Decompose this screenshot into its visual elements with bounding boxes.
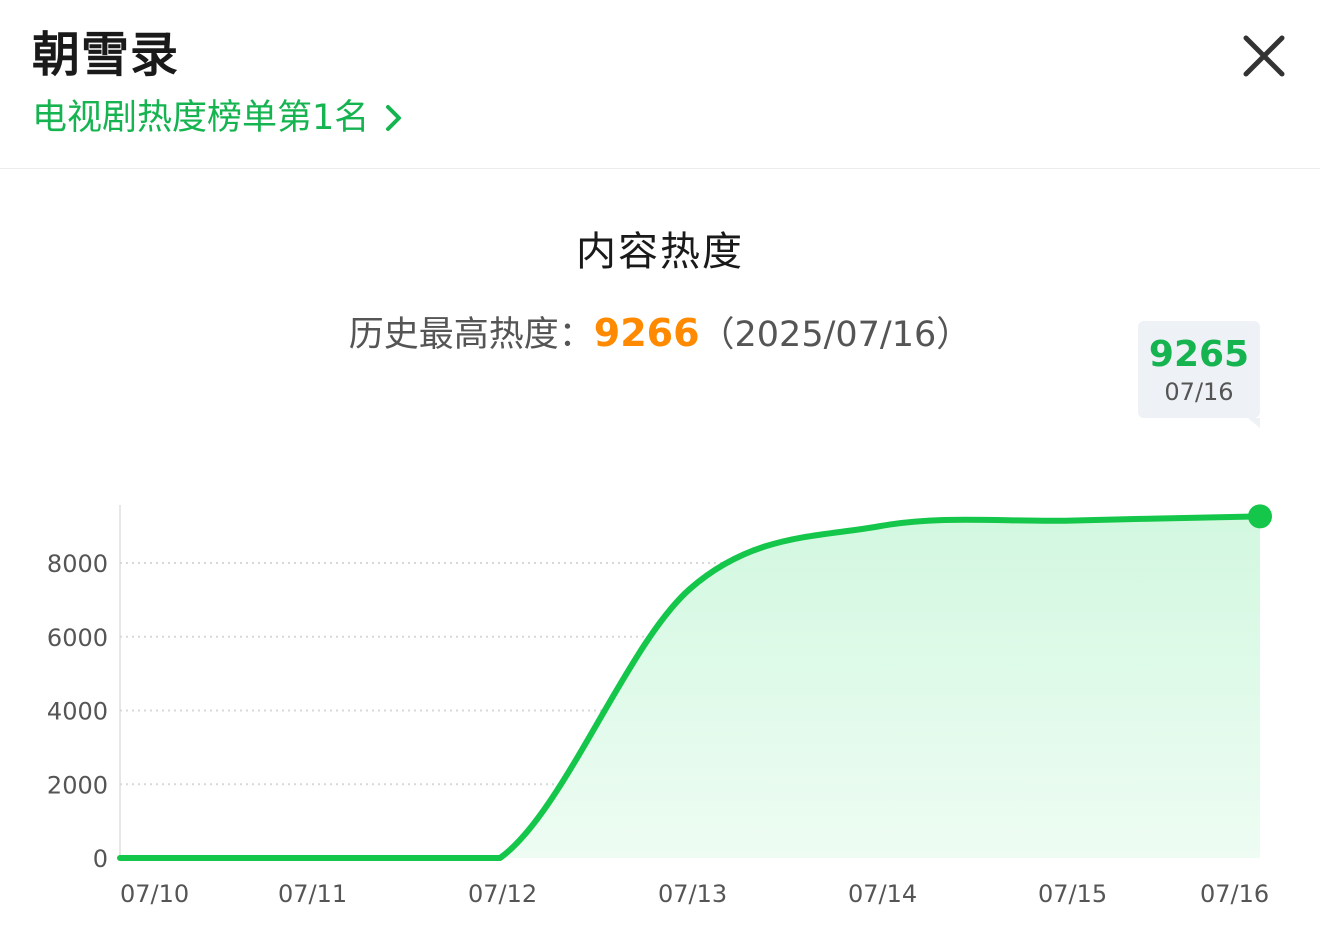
x-tick-labels: 07/10 07/11 07/12 07/13 07/14 07/15 07/16 [120,880,1269,908]
y-tick-label: 0 [93,845,108,873]
x-tick-label: 07/11 [278,880,347,908]
highlight-point[interactable] [1248,504,1272,529]
heat-chart[interactable]: 02000400060008000 07/10 07/11 07/12 07/13 07… [0,0,1320,938]
y-tick-label: 6000 [47,624,108,652]
y-tick-label: 2000 [47,771,108,799]
x-tick-label: 07/14 [848,880,917,908]
x-tick-label: 07/13 [658,880,727,908]
x-tick-label: 07/12 [468,880,537,908]
tooltip-date: 07/16 [1164,378,1234,406]
y-tick-label: 4000 [47,698,108,726]
x-tick-label: 07/16 [1200,880,1269,908]
x-tick-label: 07/15 [1038,880,1107,908]
x-tick-label: 07/10 [120,880,189,908]
tooltip-value: 9265 [1148,334,1250,375]
data-points [1248,504,1272,529]
value-tooltip: 9265 07/16 [1138,321,1260,428]
area-fill [120,516,1260,858]
y-tick-label: 8000 [47,550,108,578]
y-tick-labels: 0 2000 4000 6000 8000 [47,550,108,873]
